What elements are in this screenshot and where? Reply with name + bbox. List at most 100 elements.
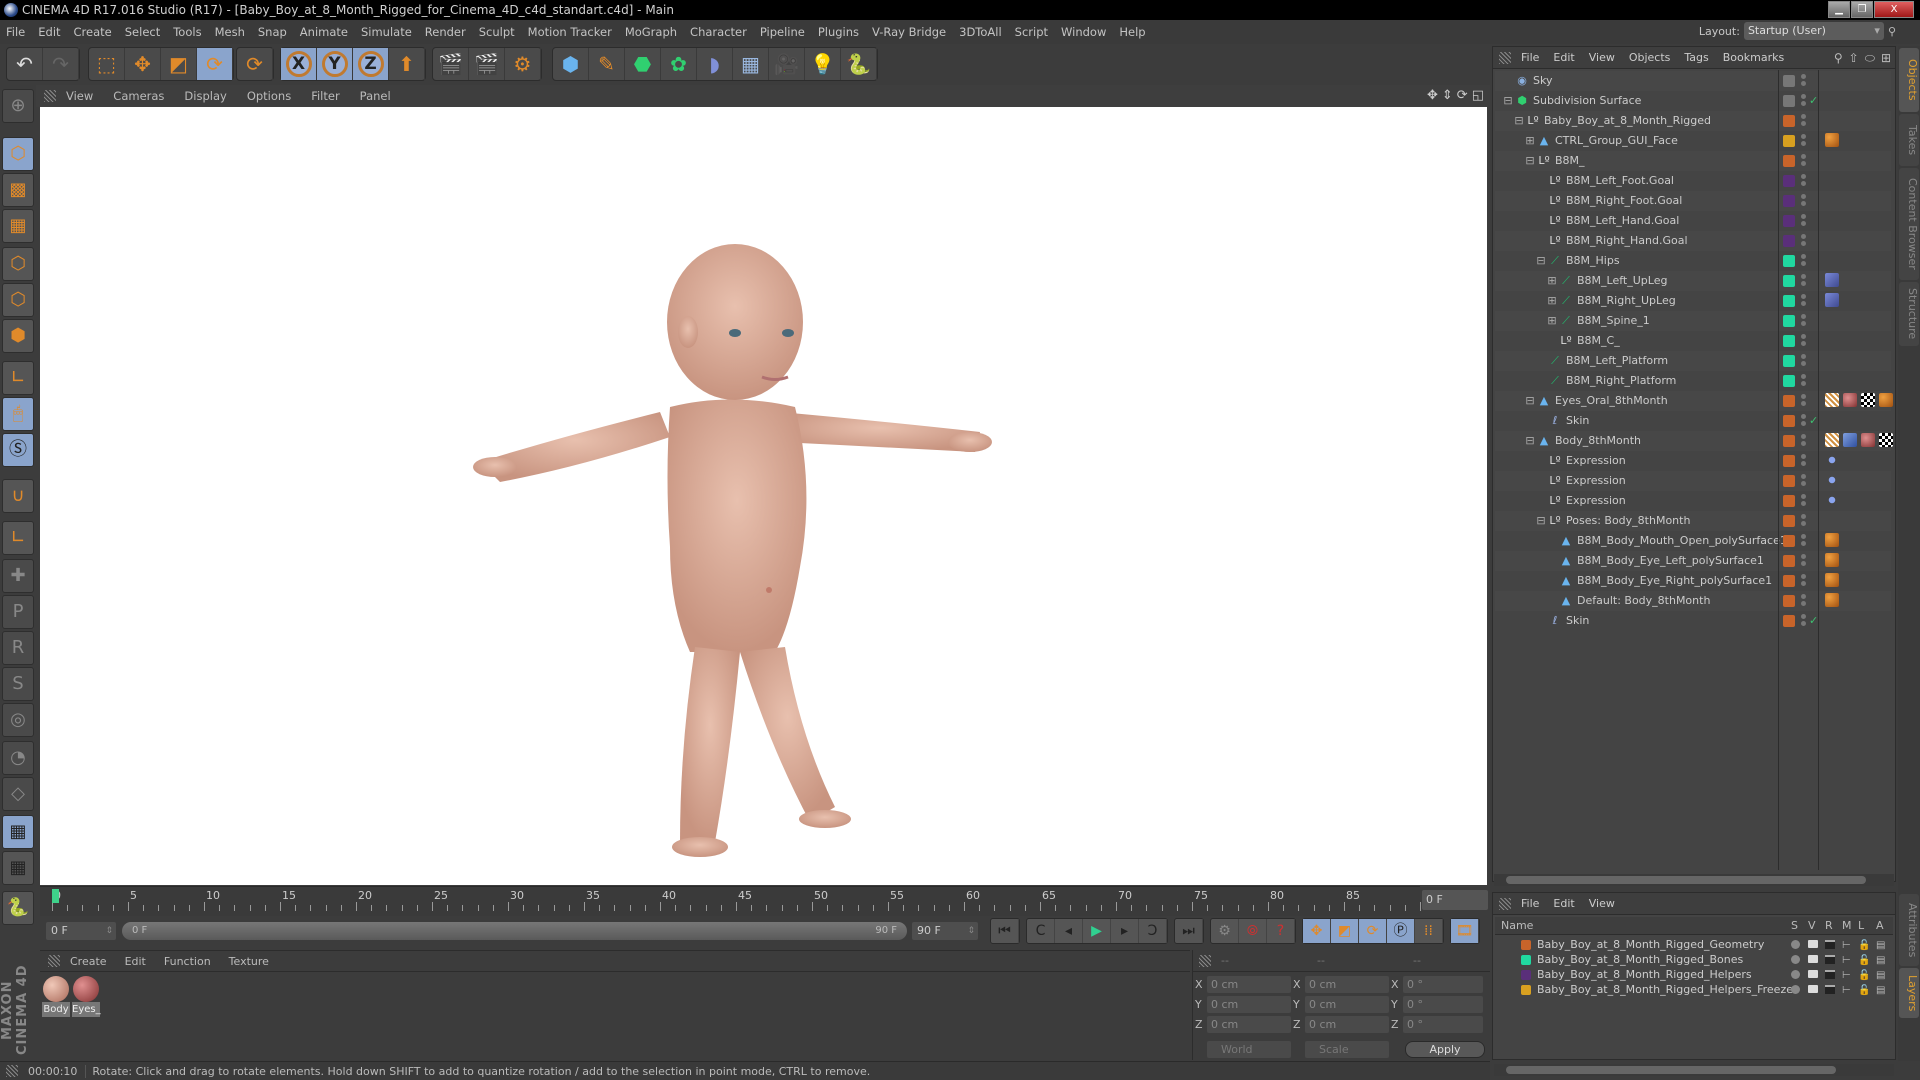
layer-color-swatch[interactable] [1783,155,1795,167]
lock-open-icon[interactable]: 🔓 [1858,983,1870,998]
rotation-y-field[interactable]: 0 ° [1403,996,1483,1013]
menu-mesh[interactable]: Mesh [215,25,245,39]
layer-color-swatch[interactable] [1783,415,1795,427]
expand-toggle-icon[interactable] [1545,594,1559,608]
model-mode-icon[interactable]: ⬡ [2,137,34,171]
visibility-dots[interactable] [1801,74,1806,88]
object-row[interactable]: ⊞ ⟋ B8M_Spine_1 [1495,311,1891,331]
layer-color-swatch[interactable] [1783,115,1795,127]
python-icon[interactable]: 🐍 [841,48,877,80]
menu-v-ray-bridge[interactable]: V-Ray Bridge [872,25,946,39]
layer-color-swatch[interactable] [1521,940,1531,950]
go-to-start-button[interactable]: ⏮ [991,919,1019,943]
align-workplane-icon[interactable]: ▦ [2,851,34,885]
menu-window[interactable]: Window [1061,25,1106,39]
render-clapper-icon[interactable] [1825,985,1835,994]
object-manager-scrollbar[interactable] [1494,874,1894,886]
visibility-dots[interactable] [1801,254,1806,268]
axis-mode-icon[interactable]: ∟ [2,361,34,395]
size-y-field[interactable]: 0 cm [1305,996,1389,1013]
points-mode-icon[interactable]: ⬡ [2,247,34,281]
object-name[interactable]: Default: Body_8thMonth [1577,591,1710,611]
expand-toggle-icon[interactable] [1534,474,1548,488]
layer-row[interactable]: Baby_Boy_at_8_Month_Rigged_Bones ⊢ 🔓 ▤ [1495,952,1893,967]
object-name[interactable]: Skin [1566,411,1589,431]
expand-toggle-icon[interactable]: ⊞ [1545,314,1559,328]
layer-color-swatch[interactable] [1783,175,1795,187]
visibility-dots[interactable] [1801,594,1806,608]
material-menu-edit[interactable]: Edit [125,955,146,968]
position-y-field[interactable]: 0 cm [1207,996,1291,1013]
visible-eye-icon[interactable] [1808,985,1818,993]
workplane-icon[interactable]: ∟ [2,521,34,555]
key-scale-button[interactable]: ◩ [1331,919,1359,943]
rotate-view-icon[interactable]: ⟳ [1457,88,1468,103]
visibility-dots[interactable] [1801,174,1806,188]
cloner-icon[interactable]: ✿ [661,48,697,80]
light-icon[interactable]: 💡 [805,48,841,80]
object-name[interactable]: B8M_Left_Hand.Goal [1566,211,1679,231]
visibility-dots[interactable] [1801,354,1806,368]
object-row[interactable]: ▲ B8M_Body_Eye_Left_polySurface1 [1495,551,1891,571]
enabled-check-icon[interactable]: ✓ [1809,611,1818,631]
viewport-menu-panel[interactable]: Panel [360,89,391,103]
visibility-dots[interactable] [1801,274,1806,288]
point-lock-icon[interactable]: ◎ [2,703,34,737]
texture-tag-icon[interactable] [1879,433,1893,447]
ik-tag-icon[interactable] [1825,273,1839,287]
object-menu-tags[interactable]: Tags [1684,51,1708,64]
position-lock-icon[interactable]: P [2,595,34,629]
expand-toggle-icon[interactable]: ⊞ [1545,274,1559,288]
layer-name[interactable]: Baby_Boy_at_8_Month_Rigged_Geometry [1537,937,1764,952]
python-icon[interactable]: 🐍 [2,891,34,925]
tab-takes[interactable]: Takes [1899,114,1919,166]
key-lock-icon[interactable]: ◇ [2,777,34,811]
toggle-layout-icon[interactable]: ◱ [1472,88,1484,103]
layer-name[interactable]: Baby_Boy_at_8_Month_Rigged_Helpers [1537,967,1752,982]
workplane-mode-icon[interactable]: ▦ [2,209,34,243]
manager-tree-icon[interactable]: ⊢ [1842,968,1851,983]
object-name[interactable]: Expression [1566,471,1626,491]
expand-toggle-icon[interactable] [1534,174,1548,188]
scrollbar-thumb[interactable] [1506,876,1866,884]
expand-toggle-icon[interactable]: ⊟ [1523,394,1537,408]
visibility-dots[interactable] [1801,234,1806,248]
rotate-icon[interactable]: ⟳ [197,48,233,80]
object-name[interactable]: B8M_Body_Eye_Left_polySurface1 [1577,551,1764,571]
apply-button[interactable]: Apply [1405,1041,1485,1058]
menu-snap[interactable]: Snap [258,25,287,39]
object-row[interactable]: Lº B8M_Left_Foot.Goal [1495,171,1891,191]
ik-tag-icon[interactable] [1825,293,1839,307]
panel-grip-icon[interactable] [1499,897,1511,910]
deformer-icon[interactable]: ◗ [697,48,733,80]
key-position-button[interactable]: ✥ [1303,919,1331,943]
layer-color-swatch[interactable] [1521,955,1531,965]
panel-grip-icon[interactable] [1199,954,1211,967]
lock-workplane-icon[interactable]: ▦ [2,815,34,849]
tab-objects[interactable]: Objects [1899,48,1919,112]
visibility-dots[interactable] [1801,574,1806,588]
expand-toggle-icon[interactable] [1534,214,1548,228]
layer-color-swatch[interactable] [1783,195,1795,207]
object-name[interactable]: B8M_Hips [1566,251,1620,271]
menu-animate[interactable]: Animate [300,25,348,39]
expand-toggle-icon[interactable]: ⊟ [1523,434,1537,448]
visibility-dots[interactable] [1801,534,1806,548]
animation-film-icon[interactable]: ▤ [1876,953,1885,968]
render-clapper-icon[interactable] [1825,955,1835,964]
layer-menu-file[interactable]: File [1521,897,1539,910]
visibility-dots[interactable] [1801,94,1806,108]
minimize-button[interactable]: ▁ [1828,1,1850,18]
object-row[interactable]: ⊟ ⟋ B8M_Hips [1495,251,1891,271]
object-row[interactable]: ◉ Sky [1495,71,1891,91]
layer-color-swatch[interactable] [1783,495,1795,507]
position-z-field[interactable]: 0 cm [1207,1016,1291,1033]
timeline-window-button[interactable]: 🎞 [1451,919,1479,943]
zoom-view-icon[interactable]: ⇕ [1442,88,1453,103]
column-divider[interactable] [1818,70,1819,870]
floor-icon[interactable]: ▦ [733,48,769,80]
visible-eye-icon[interactable] [1808,940,1818,948]
visibility-dots[interactable] [1801,154,1806,168]
layer-color-swatch[interactable] [1783,335,1795,347]
object-name[interactable]: B8M_C_ [1577,331,1620,351]
